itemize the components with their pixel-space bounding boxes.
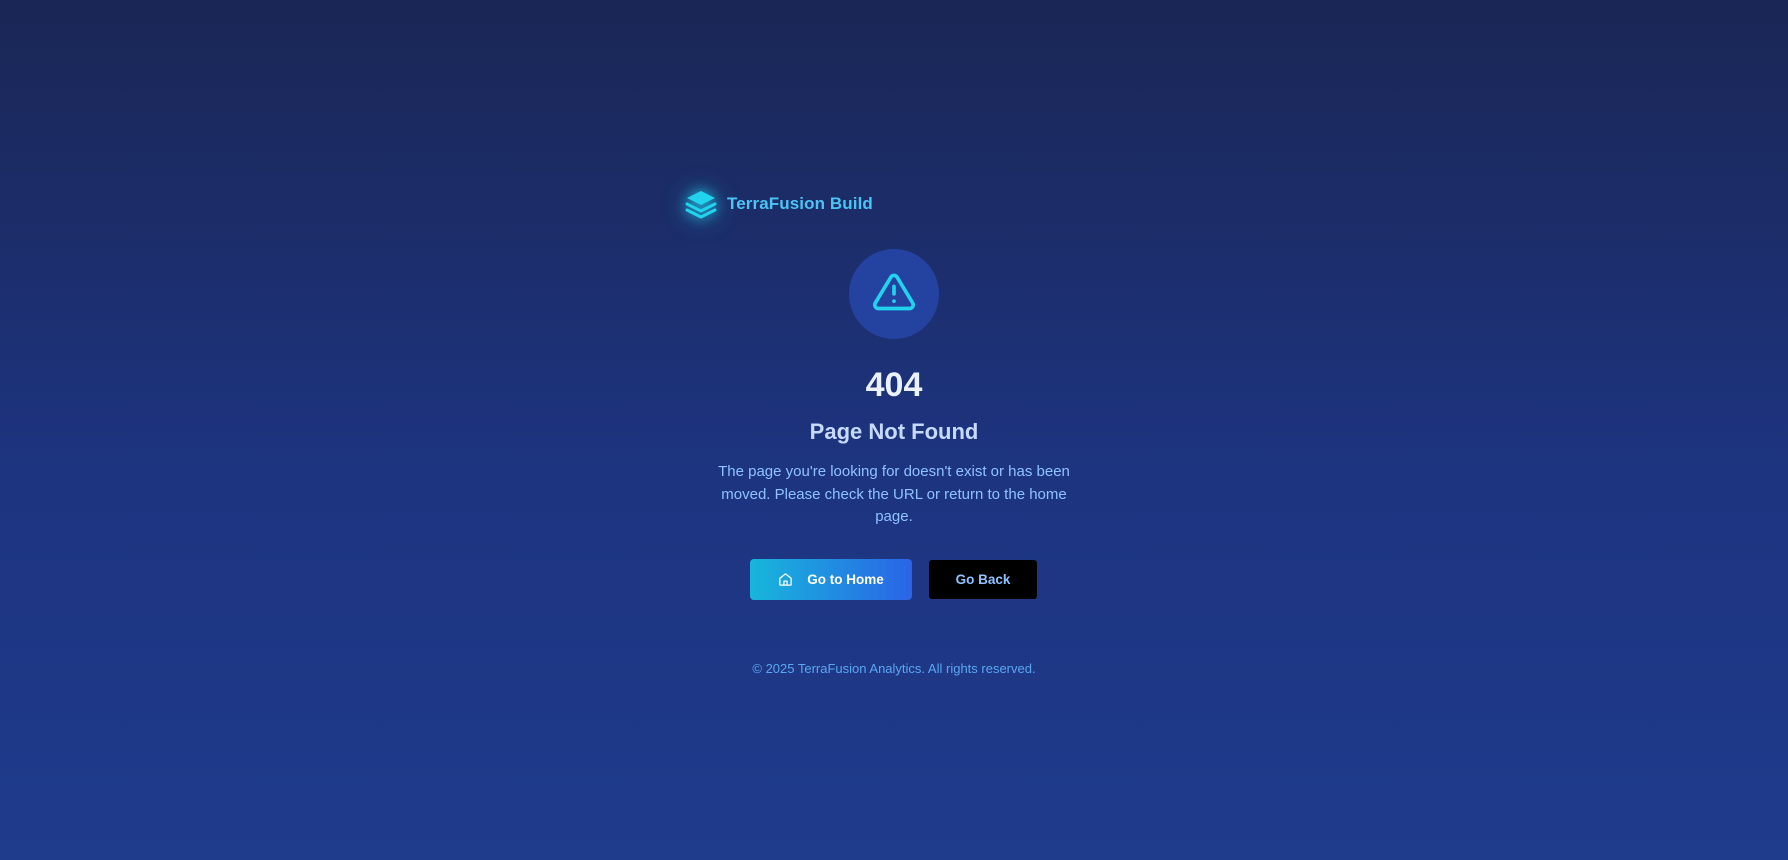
go-home-label: Go to Home (807, 572, 884, 587)
brand-header[interactable]: TerraFusion Build (683, 185, 873, 223)
layers-icon (683, 186, 719, 222)
go-back-button[interactable]: Go Back (929, 560, 1037, 599)
go-home-button[interactable]: Go to Home (750, 559, 912, 600)
error-code: 404 (865, 366, 923, 404)
warning-triangle-icon (872, 270, 916, 319)
home-icon (778, 572, 793, 587)
error-description: The page you're looking for doesn't exis… (718, 463, 1070, 525)
not-found-page: TerraFusion Build 404 Page Not Found The… (0, 0, 1788, 860)
brand-name: TerraFusion Build (727, 194, 873, 213)
copyright-footer: © 2025 TerraFusion Analytics. All rights… (752, 661, 1036, 676)
warning-badge (849, 249, 939, 339)
error-title: Page Not Found (809, 419, 979, 444)
